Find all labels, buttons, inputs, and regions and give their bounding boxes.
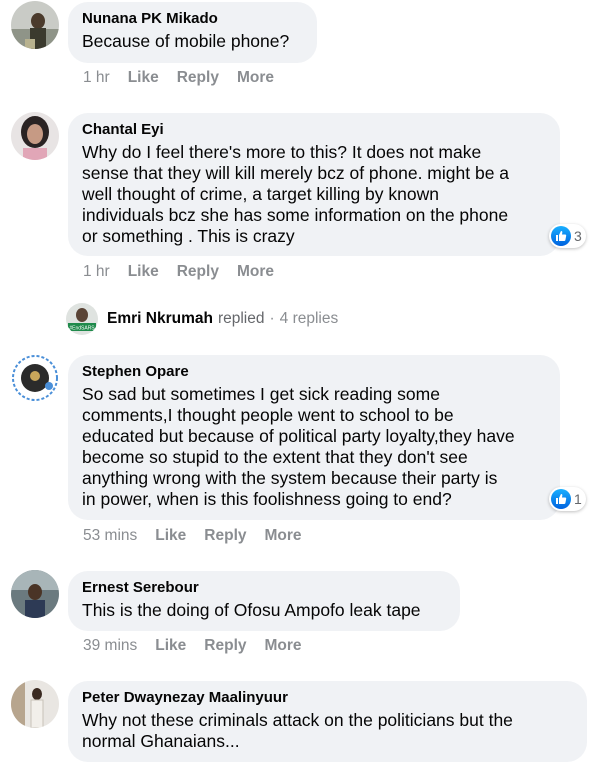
comment-text-line: So sad but sometimes I get sick reading …	[82, 384, 440, 404]
comment-author[interactable]: Nunana PK Mikado	[82, 10, 303, 28]
avatar[interactable]	[11, 680, 59, 728]
comment-text-line: sense that they will kill merely bcz of …	[82, 163, 510, 183]
comment-text-line: Why not these criminals attack on the po…	[82, 710, 513, 730]
comment-bubble: Nunana PK Mikado Because of mobile phone…	[68, 2, 317, 63]
reply-count[interactable]: 4 replies	[280, 310, 339, 328]
reply-button[interactable]: Reply	[204, 527, 246, 545]
comment-time[interactable]: 39 mins	[83, 637, 137, 655]
view-replies-link[interactable]: #EndSARS Emri Nkrumah replied · 4 replie…	[66, 303, 338, 335]
comment-text-line: become so stupid to the extent that they…	[82, 447, 468, 467]
svg-text:#EndSARS: #EndSARS	[69, 326, 95, 332]
replier-name[interactable]: Emri Nkrumah	[107, 310, 213, 328]
reaction-count: 3	[574, 228, 582, 244]
comment-author[interactable]: Ernest Serebour	[82, 579, 446, 597]
like-button[interactable]: Like	[128, 263, 159, 281]
replied-label: replied	[217, 310, 265, 327]
comment-text-line: educated but because of political party …	[82, 426, 515, 446]
comment-author[interactable]: Peter Dwaynezay Maalinyuur	[82, 689, 573, 707]
separator: ·	[269, 310, 275, 327]
like-button[interactable]: Like	[128, 69, 159, 87]
more-button[interactable]: More	[237, 69, 274, 87]
comment-text-line: normal Ghanaians...	[82, 731, 240, 751]
more-button[interactable]: More	[265, 637, 302, 655]
more-button[interactable]: More	[237, 263, 274, 281]
comment-text-line: or something . This is crazy	[82, 226, 295, 246]
comment-text-line: individuals bcz she has some information…	[82, 205, 509, 225]
comment-bubble: Chantal Eyi Why do I feel there's more t…	[68, 113, 560, 256]
comment-time[interactable]: 1 hr	[83, 69, 110, 87]
comment-time[interactable]: 53 mins	[83, 527, 137, 545]
like-button[interactable]: Like	[155, 527, 186, 545]
comment-actions: 39 mins Like Reply More	[83, 637, 320, 655]
comment-bubble: Ernest Serebour This is the doing of Ofo…	[68, 571, 460, 631]
comment-bubble: Stephen Opare So sad but sometimes I get…	[68, 355, 560, 520]
comment-author[interactable]: Stephen Opare	[82, 363, 546, 381]
reply-button[interactable]: Reply	[204, 637, 246, 655]
comment-text-line: Why do I feel there's more to this? It d…	[82, 142, 482, 162]
more-button[interactable]: More	[265, 527, 302, 545]
avatar[interactable]	[11, 1, 59, 49]
reply-button[interactable]: Reply	[177, 263, 219, 281]
comment-actions: 1 hr Like Reply More	[83, 263, 292, 281]
comment-text-line: anything wrong with the system because t…	[82, 468, 498, 488]
comment-text: Because of mobile phone?	[82, 31, 290, 51]
thumbs-up-icon	[551, 489, 571, 509]
reaction-badge[interactable]: 3	[549, 224, 586, 248]
comment-author[interactable]: Chantal Eyi	[82, 121, 546, 139]
comment-bubble: Peter Dwaynezay Maalinyuur Why not these…	[68, 681, 587, 762]
like-button[interactable]: Like	[155, 637, 186, 655]
reaction-badge[interactable]: 1	[549, 487, 586, 511]
comment-actions: 53 mins Like Reply More	[83, 527, 320, 545]
comment-time[interactable]: 1 hr	[83, 263, 110, 281]
avatar[interactable]	[11, 354, 59, 402]
comment-text: This is the doing of Ofosu Ampofo leak t…	[82, 600, 421, 620]
comment-text-line: in power, when is this foolishness going…	[82, 489, 452, 509]
avatar[interactable]	[11, 112, 59, 160]
reply-button[interactable]: Reply	[177, 69, 219, 87]
avatar[interactable]	[11, 570, 59, 618]
reaction-count: 1	[574, 491, 582, 507]
avatar: #EndSARS	[66, 303, 98, 335]
thumbs-up-icon	[551, 226, 571, 246]
comment-actions: 1 hr Like Reply More	[83, 69, 292, 87]
comment-text-line: comments,I thought people went to school…	[82, 405, 454, 425]
comment-text-line: well thought of crime, a target killing …	[82, 184, 439, 204]
